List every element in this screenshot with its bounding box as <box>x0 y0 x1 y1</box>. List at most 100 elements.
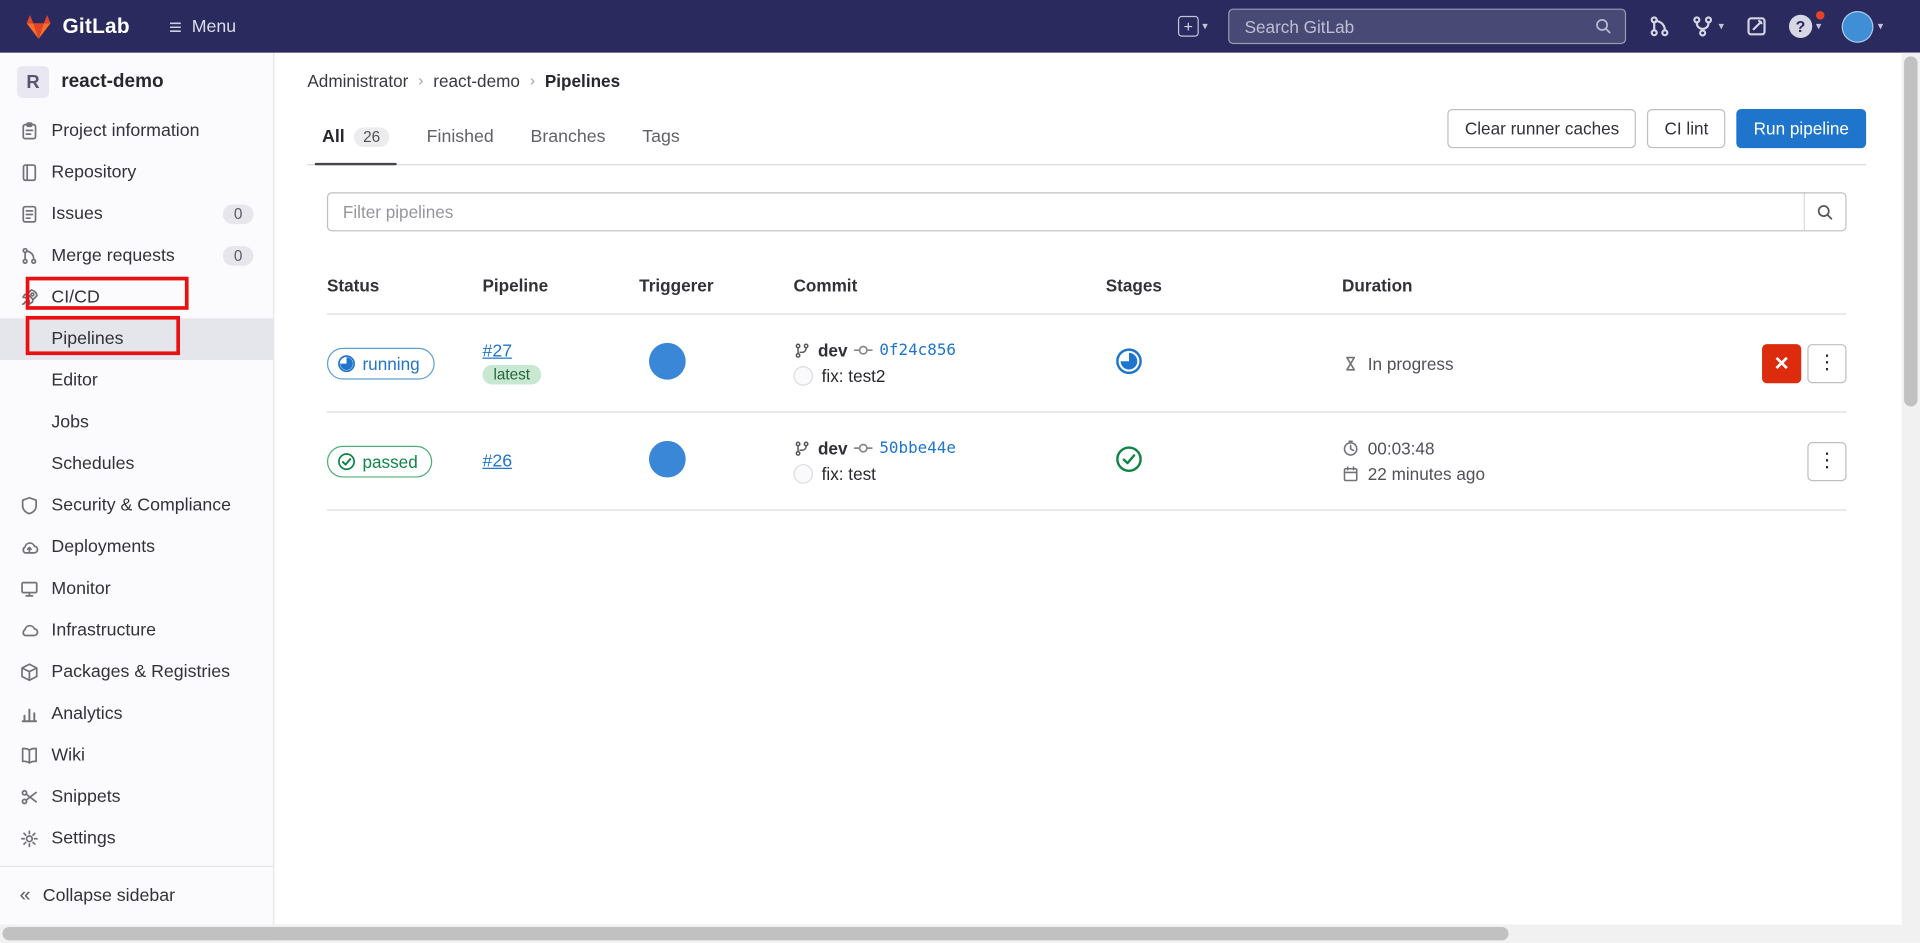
project-information-icon <box>20 121 40 141</box>
merge-requests-icon <box>20 246 40 266</box>
project-header[interactable]: R react-demo <box>0 53 273 111</box>
vertical-scrollbar-thumb[interactable] <box>1904 56 1918 407</box>
user-menu-button[interactable]: ▾ <box>1842 10 1883 43</box>
tab-tags[interactable]: Tags <box>628 127 695 164</box>
sidebar-item-security-compliance[interactable]: Security & Compliance <box>0 485 273 527</box>
issues-count-badge: 0 <box>222 204 254 225</box>
column-header-status: Status <box>326 274 380 295</box>
horizontal-scrollbar-track[interactable] <box>0 924 1902 943</box>
sidebar-item-analytics[interactable]: Analytics <box>0 693 273 735</box>
navbar-search[interactable] <box>1228 8 1627 45</box>
commit-sha-link[interactable]: 0f24c856 <box>879 341 956 359</box>
pipeline-id-link[interactable]: #26 <box>482 451 512 471</box>
column-header-commit: Commit <box>793 274 858 295</box>
branch-link[interactable]: dev <box>818 438 848 458</box>
commit-sha-link[interactable]: 50bbe44e <box>879 439 956 457</box>
sidebar-item-infrastructure[interactable]: Infrastructure <box>0 610 273 652</box>
clear-runner-caches-button[interactable]: Clear runner caches <box>1447 108 1637 149</box>
run-pipeline-button[interactable]: Run pipeline <box>1736 108 1867 149</box>
status-label: passed <box>362 451 418 471</box>
sidebar-nav: Project information Repository Issues 0 … <box>0 110 274 860</box>
cancel-pipeline-button[interactable]: × <box>1762 343 1802 383</box>
sidebar-item-issues[interactable]: Issues 0 <box>0 193 273 235</box>
commit-author-avatar <box>793 366 814 386</box>
breadcrumb-project-link[interactable]: react-demo <box>433 69 520 93</box>
sidebar-item-ci-cd[interactable]: CI/CD <box>0 277 273 319</box>
scrollbar-corner <box>1901 924 1920 943</box>
pipeline-options-kebab-button[interactable]: ⋮ <box>1807 343 1847 383</box>
sidebar-item-editor[interactable]: Editor <box>0 360 273 402</box>
sidebar-item-project-information[interactable]: Project information <box>0 110 273 152</box>
commit-icon <box>853 340 874 360</box>
sidebar-item-schedules[interactable]: Schedules <box>0 443 273 485</box>
pipeline-options-kebab-button[interactable]: ⋮ <box>1807 441 1847 481</box>
pipeline-id-link[interactable]: #27 <box>482 342 512 362</box>
pipelines-table: Status Pipeline Triggerer Commit Stages … <box>326 256 1847 511</box>
merge-request-icon <box>1647 15 1670 38</box>
new-item-dropdown-button[interactable]: + ▾ <box>1177 15 1208 37</box>
branch-link[interactable]: dev <box>818 340 848 360</box>
commit-author-avatar <box>793 464 814 484</box>
sidebar-item-label: Pipelines <box>51 329 124 349</box>
gear-icon <box>20 829 40 849</box>
menu-button[interactable]: ≡ Menu <box>162 14 244 38</box>
tab-branches[interactable]: Branches <box>516 127 620 164</box>
chevron-down-icon: ▾ <box>1202 19 1208 32</box>
vertical-scrollbar-track[interactable] <box>1901 52 1920 925</box>
calendar-icon <box>1342 465 1359 482</box>
snippets-scissors-icon <box>20 787 40 807</box>
sidebar-item-label: Schedules <box>51 454 135 474</box>
commit-message-link[interactable]: fix: test2 <box>822 366 886 386</box>
commit-message-link[interactable]: fix: test <box>822 464 876 484</box>
merge-requests-button[interactable] <box>1647 15 1670 38</box>
latest-badge: latest <box>482 364 542 385</box>
tab-label: Tags <box>642 127 680 147</box>
duration-text: In progress <box>1367 353 1454 373</box>
sidebar-item-repository[interactable]: Repository <box>0 152 273 194</box>
help-dropdown-button[interactable]: ? ▾ <box>1788 11 1826 38</box>
status-running-icon <box>337 353 357 373</box>
triggerer-avatar[interactable] <box>648 342 686 380</box>
chevron-down-icon: ▾ <box>1718 19 1725 32</box>
chevron-double-left-icon: « <box>19 884 31 906</box>
sidebar-item-pipelines[interactable]: Pipelines <box>0 318 274 361</box>
sidebar-item-snippets[interactable]: Snippets <box>0 776 273 818</box>
sidebar-item-monitor[interactable]: Monitor <box>0 568 273 610</box>
stage-running-icon[interactable] <box>1116 348 1143 375</box>
tab-all[interactable]: All 26 <box>307 127 404 166</box>
horizontal-scrollbar-thumb[interactable] <box>2 926 1509 941</box>
status-badge-passed[interactable]: passed <box>326 445 433 477</box>
hamburger-icon: ≡ <box>169 14 182 39</box>
fork-icon <box>1692 15 1715 38</box>
ci-lint-button[interactable]: CI lint <box>1647 108 1726 149</box>
branch-icon <box>793 439 811 457</box>
sidebar-item-merge-requests[interactable]: Merge requests 0 <box>0 235 273 277</box>
triggerer-avatar[interactable] <box>648 440 686 478</box>
collapse-sidebar-button[interactable]: « Collapse sidebar <box>0 865 274 925</box>
tab-all-count-badge: 26 <box>353 127 390 147</box>
pipeline-row: running #27 latest dev 0f24c856 fix: tes… <box>326 315 1847 413</box>
sidebar-item-label: Security & Compliance <box>51 495 232 516</box>
sidebar-item-packages-registries[interactable]: Packages & Registries <box>0 651 273 693</box>
pipeline-age-text: 22 minutes ago <box>1367 464 1485 484</box>
filter-pipelines-input[interactable] <box>328 193 1804 231</box>
filter-search-button[interactable] <box>1803 193 1846 231</box>
stage-passed-icon[interactable] <box>1116 446 1143 473</box>
cloud-icon <box>20 621 40 641</box>
navbar-search-input[interactable] <box>1242 15 1595 38</box>
gitlab-home-link[interactable]: GitLab <box>24 13 130 40</box>
sidebar-item-wiki[interactable]: Wiki <box>0 735 273 777</box>
package-icon <box>20 662 40 682</box>
breadcrumb-root-link[interactable]: Administrator <box>307 69 408 93</box>
sidebar-item-label: Editor <box>51 371 98 391</box>
sidebar-item-settings[interactable]: Settings <box>0 818 273 860</box>
breadcrumb-separator-icon: › <box>418 71 424 90</box>
tab-finished[interactable]: Finished <box>412 127 509 164</box>
forks-dropdown-button[interactable]: ▾ <box>1692 15 1724 38</box>
todos-button[interactable] <box>1745 15 1768 38</box>
sidebar-item-jobs[interactable]: Jobs <box>0 402 273 444</box>
pipelines-tabs: All 26 Finished Branches Tags <box>307 127 695 166</box>
status-badge-running[interactable]: running <box>326 347 435 379</box>
tab-label: Finished <box>426 127 494 147</box>
sidebar-item-deployments[interactable]: Deployments <box>0 527 273 569</box>
